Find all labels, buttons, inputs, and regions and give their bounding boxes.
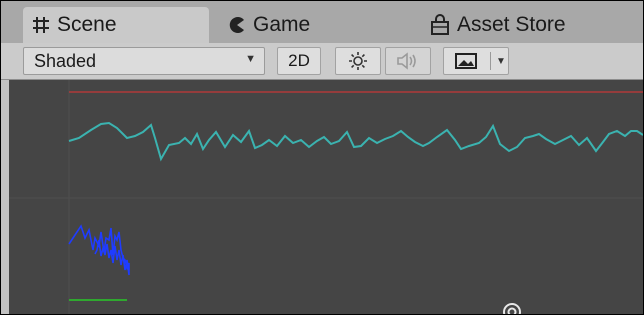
blue-waveform-line bbox=[68, 224, 130, 276]
effects-toggle[interactable]: ▼ bbox=[443, 47, 509, 75]
scene-window: Scene Game Asset Store Shaded ▼ 2D ▼ bbox=[0, 0, 644, 315]
hash-icon bbox=[31, 15, 51, 35]
mode-2d-toggle[interactable]: 2D bbox=[277, 47, 321, 75]
tab-game[interactable]: Game bbox=[227, 7, 377, 43]
tab-asset-store-label: Asset Store bbox=[457, 13, 566, 36]
target-icon[interactable] bbox=[503, 303, 521, 314]
image-icon bbox=[454, 51, 478, 71]
tab-asset-store[interactable]: Asset Store bbox=[429, 7, 629, 43]
shading-mode-value: Shaded bbox=[34, 50, 97, 71]
sun-icon bbox=[348, 51, 368, 71]
grid-lines bbox=[9, 80, 643, 314]
chevron-down-icon: ▼ bbox=[245, 53, 256, 65]
pacman-icon bbox=[227, 15, 247, 35]
tab-scene-label: Scene bbox=[57, 13, 117, 36]
shading-mode-dropdown[interactable]: Shaded ▼ bbox=[23, 47, 265, 75]
tab-scene[interactable]: Scene bbox=[23, 7, 209, 43]
audio-toggle[interactable] bbox=[385, 47, 431, 75]
tab-bar: Scene Game Asset Store bbox=[1, 1, 643, 43]
caret-down-icon[interactable]: ▼ bbox=[496, 56, 506, 67]
tab-game-label: Game bbox=[253, 13, 311, 36]
scene-canvas bbox=[9, 80, 643, 314]
scene-viewport[interactable] bbox=[9, 80, 643, 314]
scene-toolbar: Shaded ▼ 2D ▼ bbox=[1, 43, 643, 80]
mode-2d-label: 2D bbox=[288, 51, 310, 70]
effects-divider bbox=[490, 52, 491, 70]
speaker-icon bbox=[396, 51, 420, 71]
teal-waveform-line bbox=[68, 121, 643, 162]
shopping-bag-icon bbox=[429, 14, 451, 36]
lighting-toggle[interactable] bbox=[335, 47, 381, 75]
